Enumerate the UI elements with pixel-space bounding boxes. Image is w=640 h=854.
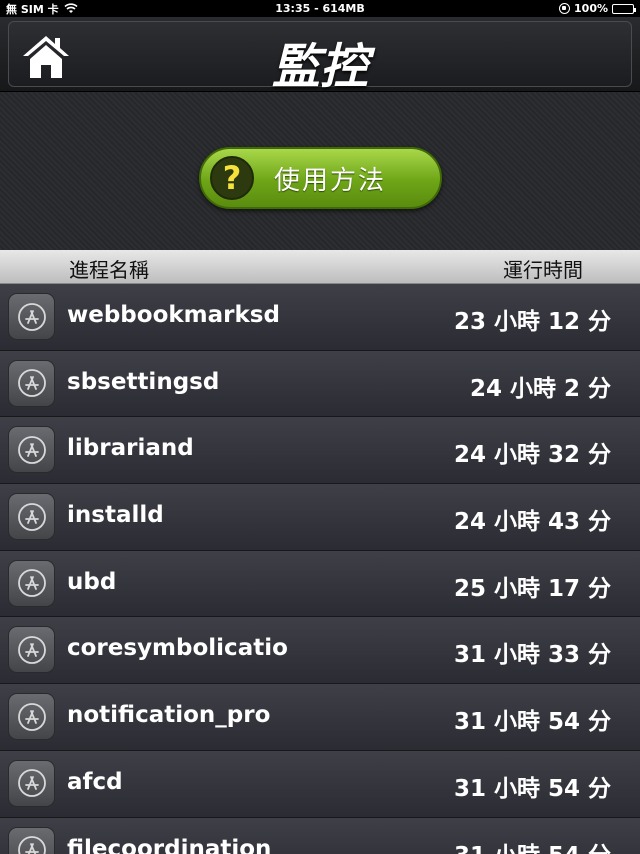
- process-name: afcd: [67, 768, 123, 795]
- process-run-time: 24 小時 2 分: [469, 375, 611, 402]
- process-run-time: 23 小時 12 分: [453, 309, 611, 335]
- process-run-time: 31 小時 33 分: [453, 642, 611, 669]
- rotation-lock-icon: [559, 3, 571, 14]
- process-name: filecoordination: [67, 835, 272, 854]
- process-list: webbookmarksd 23 小時 12 分 sbsettingsd 24 …: [0, 284, 640, 854]
- process-name: webbookmarksd: [67, 302, 280, 328]
- process-name: ubd: [67, 568, 117, 595]
- process-row[interactable]: afcd 31 小時 54 分: [0, 750, 640, 818]
- nav-frame: 監控: [8, 21, 632, 95]
- nav-bar: 監控: [0, 17, 640, 95]
- process-name: installd: [67, 502, 164, 529]
- app-store-icon: [8, 626, 55, 674]
- status-bar: 無 SIM 卡 13:35 - 614MB 100%: [0, 0, 640, 17]
- column-header: 進程名稱 運行時間: [0, 250, 640, 284]
- carrier-label: 無 SIM 卡: [6, 2, 59, 16]
- process-row[interactable]: installd 24 小時 43 分: [0, 484, 640, 551]
- status-time: 13:35 - 614MB: [275, 2, 365, 15]
- app-store-icon: [8, 826, 55, 854]
- process-name: notification_pro: [67, 702, 271, 729]
- process-run-time: 24 小時 43 分: [453, 509, 611, 536]
- help-button-label: 使用方法: [274, 165, 387, 196]
- process-run-time: 25 小時 17 分: [453, 575, 611, 602]
- app-store-icon: [8, 693, 55, 741]
- app-store-icon: [8, 759, 55, 807]
- battery-icon: [612, 3, 636, 14]
- help-button[interactable]: ? 使用方法: [199, 147, 442, 209]
- app-store-icon: [8, 493, 55, 541]
- app-store-icon: [8, 426, 55, 474]
- process-row[interactable]: filecoordination 31 小時 54 分: [0, 817, 640, 854]
- column-process-name: 進程名稱: [69, 258, 149, 282]
- wifi-icon: [64, 3, 78, 13]
- process-name: sbsettingsd: [67, 368, 220, 395]
- column-run-time: 運行時間: [503, 258, 583, 282]
- battery-percent: 100%: [574, 2, 608, 15]
- process-row[interactable]: webbookmarksd 23 小時 12 分: [0, 284, 640, 351]
- process-run-time: 24 小時 32 分: [453, 442, 611, 469]
- app-store-icon: [8, 359, 55, 407]
- process-row[interactable]: ubd 25 小時 17 分: [0, 550, 640, 618]
- question-mark-icon: ?: [210, 156, 254, 200]
- app-store-icon: [8, 293, 55, 340]
- process-run-time: 31 小時 54 分: [453, 775, 611, 802]
- process-row[interactable]: sbsettingsd 24 小時 2 分: [0, 350, 640, 418]
- process-name: coresymbolicatio: [67, 635, 288, 662]
- status-right: 100%: [559, 2, 636, 15]
- process-run-time: 31 小時 54 分: [454, 836, 611, 854]
- status-left: 無 SIM 卡: [6, 1, 78, 17]
- process-row[interactable]: coresymbolicatio 31 小時 33 分: [0, 617, 640, 685]
- process-row[interactable]: notification_pro 31 小時 54 分: [0, 684, 640, 751]
- page-title: 監控: [271, 39, 368, 95]
- process-run-time: 31 小時 54 分: [453, 709, 611, 736]
- help-area: ? 使用方法: [0, 92, 640, 250]
- app-store-icon: [8, 559, 55, 607]
- process-name: librariand: [67, 435, 194, 462]
- process-row[interactable]: librariand 24 小時 32 分: [0, 417, 640, 485]
